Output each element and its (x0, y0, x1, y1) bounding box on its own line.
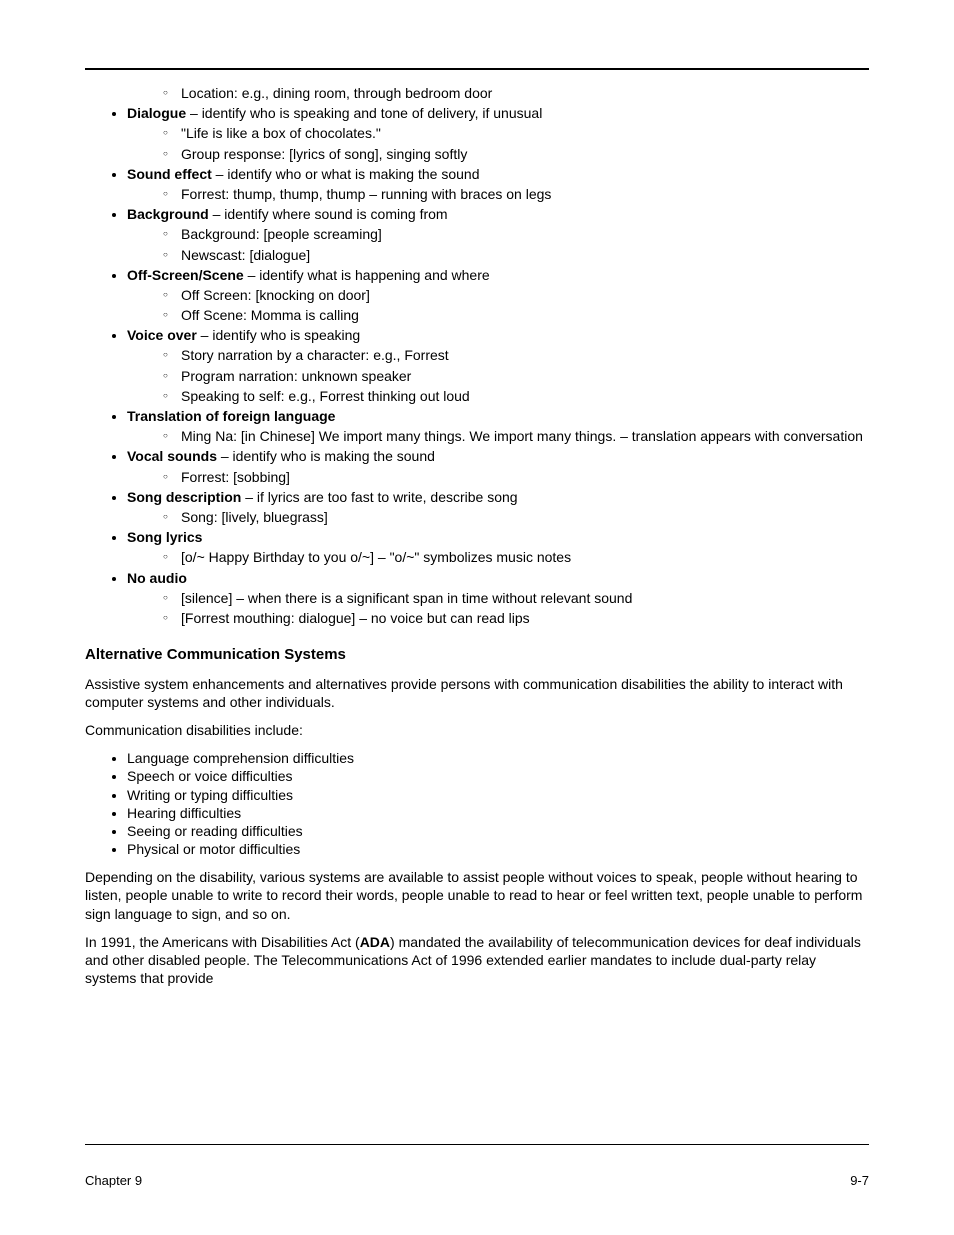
page-content: Location: e.g., dining room, through bed… (85, 84, 869, 997)
list-item: [Forrest mouthing: dialogue] – no voice … (169, 609, 869, 627)
list-item: Sound effect – identify who or what is m… (127, 165, 869, 203)
list-item: Speaking to self: e.g., Forrest thinking… (169, 387, 869, 405)
list-item: Dialogue – identify who is speaking and … (127, 104, 869, 163)
bullet-desc: – identify who is making the sound (217, 448, 435, 464)
sub-list: "Life is like a box of chocolates." Group… (127, 124, 869, 162)
bullet-label: Background (127, 206, 209, 222)
bullet-label: No audio (127, 570, 187, 586)
bullet-label: Off-Screen/Scene (127, 267, 244, 283)
list-item: Speech or voice difficulties (127, 767, 869, 785)
list-item: [silence] – when there is a significant … (169, 589, 869, 607)
list-item: Voice over – identify who is speaking Sto… (127, 326, 869, 405)
list-item: Song: [lively, bluegrass] (169, 508, 869, 526)
list-item: Program narration: unknown speaker (169, 367, 869, 385)
list-item: No audio [silence] – when there is a sign… (127, 569, 869, 628)
paragraph: Depending on the disability, various sys… (85, 868, 869, 923)
bold-term: ADA (360, 934, 390, 950)
bullet-desc: – if lyrics are too fast to write, descr… (241, 489, 517, 505)
text: In 1991, the Americans with Disabilities… (85, 934, 360, 950)
list-item: Physical or motor difficulties (127, 840, 869, 858)
bullet-desc: – identify who is speaking (197, 327, 360, 343)
sub-list: [o/~ Happy Birthday to you o/~] – "o/~" … (127, 548, 869, 566)
list-item: "Life is like a box of chocolates." (169, 124, 869, 142)
list-item: Forrest: thump, thump, thump – running w… (169, 185, 869, 203)
bullet-label: Sound effect (127, 166, 212, 182)
list-item: Writing or typing difficulties (127, 786, 869, 804)
list-item: Seeing or reading difficulties (127, 822, 869, 840)
list-item: Hearing difficulties (127, 804, 869, 822)
footer-right: 9-7 (850, 1173, 869, 1188)
bullet-label: Song description (127, 489, 241, 505)
paragraph: Communication disabilities include: (85, 721, 869, 739)
bullet-label: Voice over (127, 327, 197, 343)
sub-list: Song: [lively, bluegrass] (127, 508, 869, 526)
list-item: Song description – if lyrics are too fas… (127, 488, 869, 526)
sub-list: Ming Na: [in Chinese] We import many thi… (127, 427, 869, 445)
list-item: Location: e.g., dining room, through bed… (169, 84, 869, 102)
disabilities-list: Language comprehension difficultiesSpeec… (85, 749, 869, 858)
bullet-label: Dialogue (127, 105, 186, 121)
sub-list: Forrest: thump, thump, thump – running w… (127, 185, 869, 203)
bullet-desc: – identify who is speaking and tone of d… (186, 105, 542, 121)
list-item: Language comprehension difficulties (127, 749, 869, 767)
main-list: Dialogue – identify who is speaking and … (85, 104, 869, 627)
sub-list: Off Screen: [knocking on door] Off Scene:… (127, 286, 869, 324)
list-item: Off-Screen/Scene – identify what is happ… (127, 266, 869, 325)
list-item: Off Scene: Momma is calling (169, 306, 869, 324)
list-item: Off Screen: [knocking on door] (169, 286, 869, 304)
paragraph: In 1991, the Americans with Disabilities… (85, 933, 869, 988)
bullet-desc: – identify what is happening and where (244, 267, 490, 283)
list-item: Forrest: [sobbing] (169, 468, 869, 486)
footer-left: Chapter 9 (85, 1173, 142, 1188)
list-item: Background: [people screaming] (169, 225, 869, 243)
list-item: Translation of foreign language Ming Na: … (127, 407, 869, 445)
paragraph: Assistive system enhancements and altern… (85, 675, 869, 711)
list-item: Vocal sounds – identify who is making th… (127, 447, 869, 485)
bullet-label: Vocal sounds (127, 448, 217, 464)
list-item: Newscast: [dialogue] (169, 246, 869, 264)
bullet-label: Song lyrics (127, 529, 202, 545)
sub-list: [silence] – when there is a significant … (127, 589, 869, 627)
bullet-label: Translation of foreign language (127, 408, 335, 424)
sub-list: Background: [people screaming] Newscast: … (127, 225, 869, 263)
sub-list: Story narration by a character: e.g., Fo… (127, 346, 869, 405)
list-item: Story narration by a character: e.g., Fo… (169, 346, 869, 364)
list-item: Song lyrics [o/~ Happy Birthday to you o/… (127, 528, 869, 566)
preceding-sublist: Location: e.g., dining room, through bed… (85, 84, 869, 102)
bullet-desc: – identify who or what is making the sou… (212, 166, 480, 182)
list-item: Ming Na: [in Chinese] We import many thi… (169, 427, 869, 445)
sub-list: Forrest: [sobbing] (127, 468, 869, 486)
list-item: [o/~ Happy Birthday to you o/~] – "o/~" … (169, 548, 869, 566)
section-heading: Alternative Communication Systems (85, 645, 869, 665)
list-item: Group response: [lyrics of song], singin… (169, 145, 869, 163)
list-item: Background – identify where sound is com… (127, 205, 869, 264)
bullet-desc: – identify where sound is coming from (209, 206, 448, 222)
